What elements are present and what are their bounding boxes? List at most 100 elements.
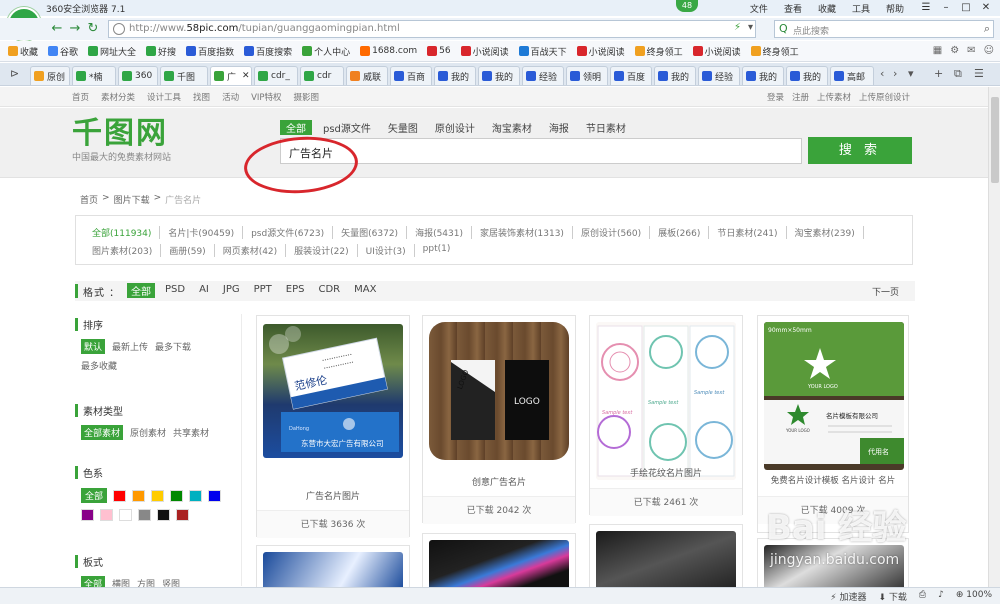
bookmark-item[interactable]: 小说阅读 — [692, 45, 741, 58]
topnav-photo[interactable]: 摄影图 — [294, 91, 320, 103]
type-original[interactable]: 原创素材 — [130, 426, 166, 439]
site-logo[interactable]: 千图网 中国最大的免费素材网站 — [72, 118, 171, 164]
extension-icon[interactable]: ⚙ — [950, 45, 959, 56]
type-shared[interactable]: 共享素材 — [173, 426, 209, 439]
image-card[interactable]: LOGO LOGO 创意广告名片 已下载 2042 次 — [422, 315, 576, 524]
category-item[interactable]: 网页素材(42) — [215, 244, 287, 257]
close-window-icon[interactable]: ✕ — [980, 2, 992, 14]
category-item[interactable]: 淘宝素材(239) — [787, 226, 864, 239]
category-item[interactable]: 节日素材(241) — [709, 226, 787, 239]
browser-tab[interactable]: 百度 — [610, 66, 652, 85]
category-item[interactable]: 服装设计(22) — [286, 244, 358, 257]
refresh-icon[interactable]: ↻ — [84, 20, 102, 38]
upload-original-link[interactable]: 上传原创设计 — [859, 91, 910, 103]
color-swatch-white[interactable] — [119, 509, 132, 521]
browser-tab[interactable]: 领明 — [566, 66, 608, 85]
format-option[interactable]: PSD — [165, 284, 185, 298]
upload-link[interactable]: 上传素材 — [817, 91, 851, 103]
topnav-vip[interactable]: VIP特权 — [251, 91, 281, 103]
accelerator-button[interactable]: ⚡ 加速器 — [830, 590, 866, 603]
color-swatch-gray[interactable] — [138, 509, 151, 521]
browser-tab[interactable]: 高邮 — [830, 66, 874, 85]
search-tab-original[interactable]: 原创设计 — [435, 120, 475, 135]
image-card[interactable]: 范修伦 ••••••••••••• ••••••••••••• DaHong 东… — [256, 315, 410, 538]
forward-icon[interactable]: → — [66, 20, 84, 38]
browser-tab[interactable]: 原创 — [30, 66, 70, 85]
format-option[interactable]: AI — [199, 284, 209, 298]
search-tab-all[interactable]: 全部 — [280, 120, 312, 135]
color-all[interactable]: 全部 — [81, 488, 108, 503]
color-swatch-red[interactable] — [113, 489, 127, 502]
card-thumbnail[interactable] — [429, 540, 569, 590]
menu-favorites[interactable]: 收藏 — [818, 2, 836, 15]
bookmark-item[interactable]: 终身领工 — [750, 45, 799, 58]
color-swatch-green[interactable] — [170, 489, 184, 502]
site-info-icon[interactable] — [113, 23, 125, 35]
search-tab-psd[interactable]: psd源文件 — [323, 120, 371, 135]
search-tab-poster[interactable]: 海报 — [549, 120, 569, 135]
category-item[interactable]: ppt(1) — [415, 244, 459, 257]
bookmark-item[interactable]: 网址大全 — [88, 45, 136, 58]
category-item[interactable]: 图片素材(203) — [92, 244, 162, 257]
next-page-link[interactable]: 下一页 — [872, 285, 899, 298]
bookmark-item[interactable]: 百度指数 — [186, 45, 234, 58]
image-card[interactable] — [589, 524, 743, 590]
color-swatch-orange[interactable] — [132, 489, 146, 502]
scrollbar-thumb[interactable] — [991, 97, 999, 183]
topnav-home[interactable]: 首页 — [72, 91, 89, 103]
browser-tab-active[interactable]: 广 ✕ — [210, 66, 252, 85]
category-item[interactable]: 原创设计(560) — [573, 226, 651, 239]
browser-tab[interactable]: 威联 — [346, 66, 388, 85]
color-swatch-dark-red[interactable] — [176, 509, 189, 521]
topnav-design-tools[interactable]: 设计工具 — [147, 91, 181, 103]
browser-tab[interactable]: cdr_ — [254, 66, 298, 85]
breadcrumb-home[interactable]: 首页 — [80, 193, 98, 206]
category-item[interactable]: 家居装饰素材(1313) — [472, 226, 573, 239]
sort-most-favorited[interactable]: 最多收藏 — [81, 359, 117, 372]
category-item[interactable]: psd源文件(6723) — [243, 226, 334, 239]
breadcrumb-image-download[interactable]: 图片下载 — [114, 193, 150, 206]
browser-tab[interactable]: *楠 — [72, 66, 116, 85]
sort-default[interactable]: 默认 — [81, 339, 106, 354]
browser-tab[interactable]: 360 — [118, 66, 158, 85]
card-title[interactable]: 免费名片设计模板 名片设计 名片 — [758, 474, 908, 486]
format-option[interactable]: CDR — [318, 284, 340, 298]
color-swatch-yellow[interactable] — [151, 489, 165, 502]
sort-newest[interactable]: 最新上传 — [112, 340, 148, 353]
menu-view[interactable]: 查看 — [784, 2, 802, 15]
sound-icon[interactable]: ♪ — [938, 590, 944, 603]
bookmark-item[interactable]: 百度搜索 — [244, 45, 292, 58]
tab-count-badge[interactable]: 48 — [676, 0, 698, 12]
menu-file[interactable]: 文件 — [750, 2, 768, 15]
category-item[interactable]: 名片|卡(90459) — [160, 226, 244, 239]
card-thumbnail[interactable]: LOGO LOGO — [429, 322, 569, 460]
url-text[interactable]: http://www.58pic.com/tupian/guanggaoming… — [129, 23, 400, 34]
image-card[interactable]: Sample text Sample text Sample text 手绘花纹… — [589, 315, 743, 516]
menu-help[interactable]: 帮助 — [886, 2, 904, 15]
topnav-find-image[interactable]: 找图 — [193, 91, 210, 103]
bookmark-item[interactable]: 终身领工 — [634, 45, 683, 58]
user-icon[interactable]: ☺ — [984, 45, 994, 56]
browser-tab[interactable]: 千图 — [160, 66, 208, 85]
search-tab-taobao[interactable]: 淘宝素材 — [492, 120, 532, 135]
category-item[interactable]: 矢量图(6372) — [333, 226, 408, 239]
sort-most-downloaded[interactable]: 最多下载 — [155, 340, 191, 353]
minimize-icon[interactable]: – — [940, 2, 952, 14]
window-options-icon[interactable]: ☰ — [920, 2, 932, 14]
card-thumbnail[interactable]: Sample text Sample text Sample text — [596, 322, 736, 480]
tab-menu-icon[interactable]: ⊳ — [10, 67, 19, 80]
bookmark-item[interactable]: 个人中心 — [302, 45, 350, 58]
bookmark-item[interactable]: 小说阅读 — [460, 45, 509, 58]
zoom-level[interactable]: ⊕ 100% — [956, 590, 992, 603]
browser-tab[interactable]: 我的 — [434, 66, 476, 85]
search-tab-festival[interactable]: 节日素材 — [586, 120, 626, 135]
color-swatch-purple[interactable] — [81, 509, 94, 521]
search-button[interactable]: 搜 索 — [808, 137, 912, 164]
browser-tab[interactable]: 百商 — [390, 66, 432, 85]
vertical-scrollbar[interactable] — [988, 87, 1000, 587]
browser-tab[interactable]: 经验 — [522, 66, 564, 85]
format-option[interactable]: EPS — [286, 284, 305, 298]
format-option-all[interactable]: 全部 — [127, 283, 155, 298]
browser-tab[interactable]: 我的 — [478, 66, 520, 85]
color-swatch-black[interactable] — [157, 509, 170, 521]
